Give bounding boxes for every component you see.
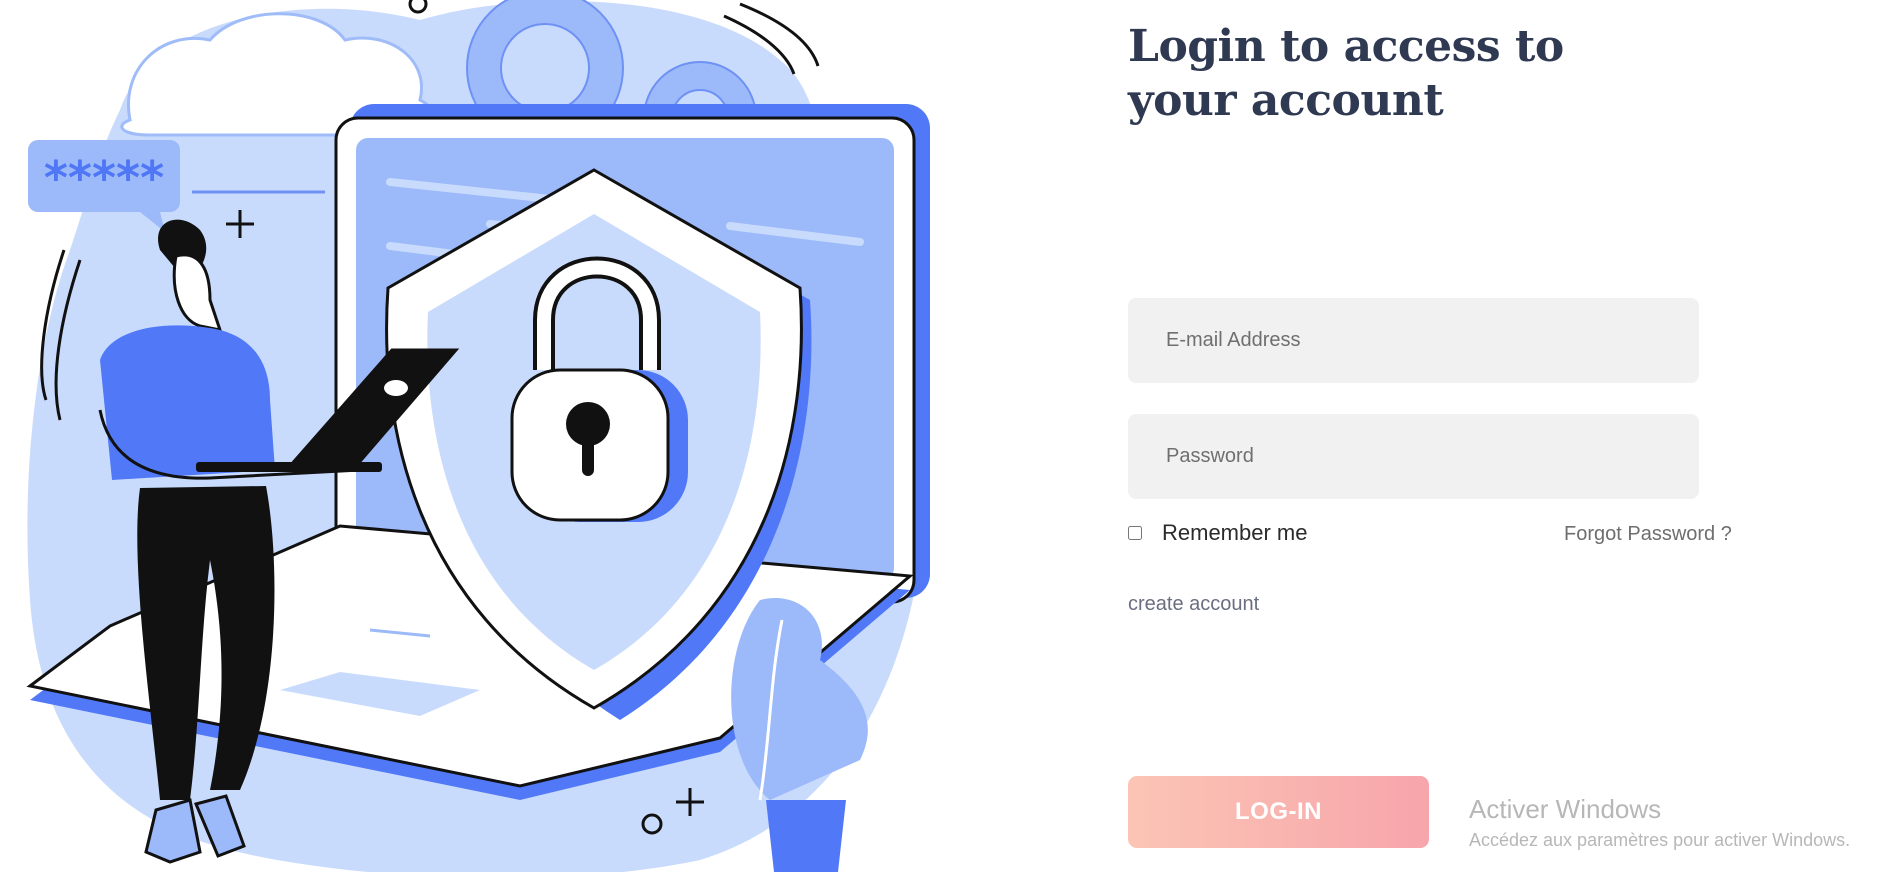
page-title-line2: your account [1128, 75, 1444, 126]
remember-me-label: Remember me [1162, 520, 1308, 545]
security-illustration: ***** [0, 0, 940, 872]
password-input[interactable] [1128, 414, 1699, 499]
login-button[interactable]: LOG-IN [1128, 776, 1429, 848]
watermark-subtitle: Accédez aux paramètres pour activer Wind… [1469, 830, 1851, 850]
page-title: Login to access to your account [1128, 20, 1564, 128]
windows-activation-watermark: Activer Windows Accédez aux paramètres p… [1469, 793, 1850, 853]
svg-text:*****: ***** [44, 151, 164, 205]
email-input[interactable] [1128, 298, 1699, 383]
watermark-title: Activer Windows [1469, 794, 1662, 824]
create-account-link[interactable]: create account [1128, 593, 1259, 616]
page-title-line1: Login to access to [1128, 21, 1564, 72]
forgot-password-link[interactable]: Forgot Password ? [1564, 523, 1732, 546]
remember-me[interactable]: Remember me [1128, 520, 1307, 546]
remember-me-checkbox[interactable] [1128, 526, 1142, 540]
